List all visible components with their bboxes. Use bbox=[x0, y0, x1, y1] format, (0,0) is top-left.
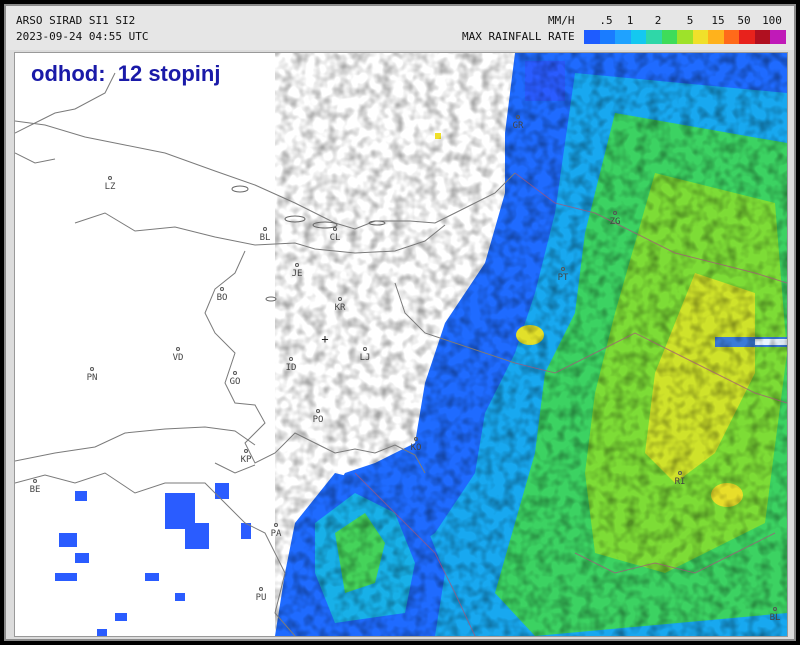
legend-swatch bbox=[646, 30, 663, 44]
city-dot bbox=[613, 211, 617, 215]
city-label: KR bbox=[334, 303, 346, 313]
city-label: GO bbox=[229, 377, 241, 387]
city-dot bbox=[289, 357, 293, 361]
radar-window: ARSO SIRAD SI1 SI2 2023-09-24 04:55 UTC … bbox=[4, 4, 796, 641]
city-dot bbox=[295, 263, 299, 267]
city-dot bbox=[561, 267, 565, 271]
legend-swatch bbox=[708, 30, 725, 44]
legend-swatch bbox=[599, 30, 616, 44]
city-label: BL bbox=[259, 233, 271, 243]
city-label: CL bbox=[329, 233, 341, 243]
city-label: KP bbox=[240, 455, 252, 465]
city-label: PA bbox=[270, 529, 282, 539]
city-dot bbox=[338, 297, 342, 301]
city-label: LJ bbox=[359, 353, 371, 363]
city-dot bbox=[678, 471, 682, 475]
rainfall-legend bbox=[584, 30, 787, 44]
city-dot bbox=[244, 449, 248, 453]
city-label: RI bbox=[674, 477, 686, 487]
legend-swatch bbox=[615, 30, 632, 44]
city-dot bbox=[773, 607, 777, 611]
city-dot bbox=[333, 227, 337, 231]
city-label: BL bbox=[769, 613, 781, 623]
city-label: KO bbox=[410, 443, 422, 453]
city-label: PT bbox=[557, 273, 569, 283]
legend-swatch bbox=[723, 30, 740, 44]
city-label: BO bbox=[216, 293, 228, 303]
legend-tick-label: 1 bbox=[626, 14, 634, 27]
legend-tick-label: 15 bbox=[711, 14, 725, 27]
legend-ticks: .5 1 2 5 15 50 100 bbox=[584, 14, 786, 28]
city-dot bbox=[259, 587, 263, 591]
city-label: LZ bbox=[104, 182, 116, 192]
header-bar: ARSO SIRAD SI1 SI2 2023-09-24 04:55 UTC … bbox=[6, 6, 794, 50]
city-dot bbox=[316, 409, 320, 413]
timestamp-label: 2023-09-24 04:55 UTC bbox=[16, 30, 149, 43]
radar-map-svg bbox=[15, 53, 787, 636]
legend-swatch bbox=[739, 30, 756, 44]
radar-map: LZ BL CL JE BO KR VD LJ PN GO ID PO KO KP PA PU BE PT GR ZG… bbox=[14, 52, 788, 637]
legend-swatch bbox=[692, 30, 709, 44]
city-label: PU bbox=[255, 593, 267, 603]
city-dot bbox=[363, 347, 367, 351]
city-label: PN bbox=[86, 373, 98, 383]
city-dot bbox=[516, 115, 520, 119]
city-dot bbox=[108, 176, 112, 180]
echo-texture bbox=[275, 53, 787, 636]
city-label: GR bbox=[512, 121, 524, 131]
city-dot bbox=[90, 367, 94, 371]
legend-tick-label: 50 bbox=[737, 14, 751, 27]
legend-swatch bbox=[770, 30, 787, 44]
radar-center-crosshair: + bbox=[321, 332, 329, 346]
legend-swatch bbox=[630, 30, 647, 44]
city-dot bbox=[220, 287, 224, 291]
legend-tick-label: 5 bbox=[686, 14, 694, 27]
city-label: VD bbox=[172, 353, 184, 363]
legend-tick-label: 100 bbox=[762, 14, 782, 27]
city-label: JE bbox=[291, 269, 303, 279]
legend-swatch bbox=[584, 30, 601, 44]
legend-swatch bbox=[661, 30, 678, 44]
legend-tick-label: 2 bbox=[654, 14, 662, 27]
city-dot bbox=[414, 437, 418, 441]
city-label: BE bbox=[29, 485, 41, 495]
city-dot bbox=[263, 227, 267, 231]
legend-swatch bbox=[677, 30, 694, 44]
units-label: MM/H bbox=[548, 14, 575, 27]
station-label: ARSO SIRAD SI1 SI2 bbox=[16, 14, 136, 27]
legend-title: MAX RAINFALL RATE bbox=[462, 30, 575, 43]
overlay-title: odhod: 12 stopinj bbox=[31, 61, 221, 86]
city-dot bbox=[233, 371, 237, 375]
city-dot bbox=[176, 347, 180, 351]
legend-swatch bbox=[754, 30, 771, 44]
city-dot bbox=[33, 479, 37, 483]
city-dot bbox=[274, 523, 278, 527]
city-label: ID bbox=[285, 363, 297, 373]
city-label: ZG bbox=[609, 217, 621, 227]
legend-tick-label: .5 bbox=[599, 14, 613, 27]
city-label: PO bbox=[312, 415, 324, 425]
